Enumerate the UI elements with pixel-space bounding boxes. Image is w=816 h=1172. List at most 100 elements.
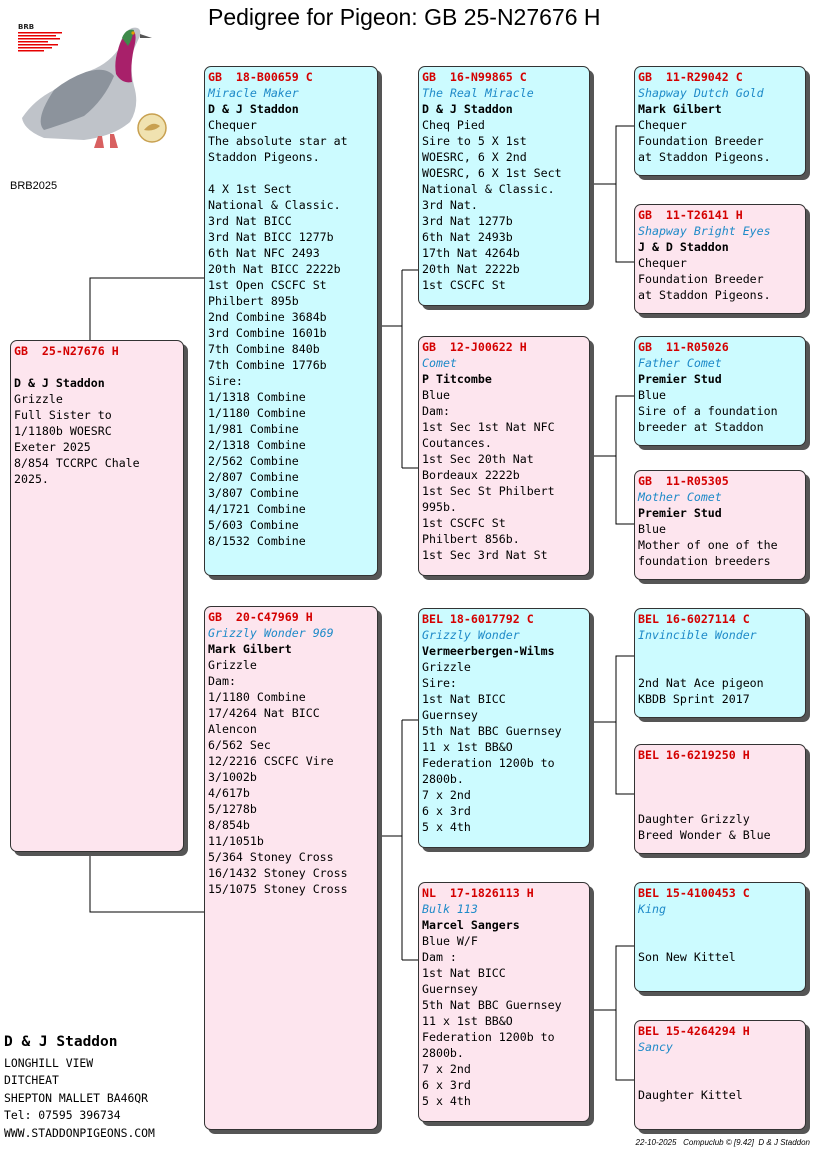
detail-line: 1st Sec 20th Nat [422,452,534,466]
pedigree-card-sire-dam[interactable]: GB 12-J00622 H Comet P Titcombe Blue Dam: 1st… [418,336,590,576]
detail-line: 17/4264 Nat BICC [208,706,320,720]
detail-line: KBDB Sprint 2017 [638,692,750,706]
pigeon-name: Comet [422,356,457,370]
detail-line [638,659,802,675]
footer-app: Compuclub © [9.42] [683,1138,754,1147]
detail-line: Federation 1200b to [422,756,555,770]
detail-line: 11 x 1st BB&O [422,1014,513,1028]
detail-line: Philbert 895b [208,294,299,308]
pedigree-card-sire-sire[interactable]: GB 16-N99865 C The Real Miracle D & J Stad… [418,66,590,306]
detail-line [638,1071,802,1087]
pigeon-name [638,763,802,779]
owner-phone: Tel: 07595 396734 [4,1108,121,1122]
ring-number: GB 20-C47969 H [208,610,313,624]
detail-line: 20th Nat 2222b [422,262,520,276]
detail-line: 2800b. [422,772,464,786]
detail-line: 8/854 TCCRPC Chale [14,456,140,470]
detail-line: 5 x 4th [422,1094,471,1108]
pedigree-card-dam-dam[interactable]: NL 17-1826113 H Bulk 113 Marcel Sangers Blu… [418,882,590,1122]
detail-line: 5/603 Combine [208,518,299,532]
detail-line: 11/1051b [208,834,264,848]
pedigree-card-dds[interactable]: BEL 15-4100453 C King Son New Kittel [634,882,806,992]
detail-line: 2nd Nat Ace pigeon [638,676,764,690]
pigeon-name: Mother Comet [638,490,722,504]
detail-line: foundation breeders [638,554,771,568]
detail-line: 7 x 2nd [422,1062,471,1076]
breeder-name: Mark Gilbert [638,102,722,116]
ring-number: NL 17-1826113 H [422,886,534,900]
detail-line: 20th Nat BICC 2222b [208,262,341,276]
owner-address-line: DITCHEAT [4,1073,59,1087]
detail-line: 6 x 3rd [422,1078,471,1092]
detail-line: 3rd Nat. [422,198,478,212]
pigeon-name: The Real Miracle [422,86,534,100]
pedigree-card-ssd[interactable]: GB 11-T26141 H Shapway Bright Eyes J & D S… [634,204,806,314]
detail-line: WOESRC, 6 X 1st Sect [422,166,562,180]
detail-line: 5th Nat BBC Guernsey [422,724,562,738]
pedigree-card-dsd[interactable]: BEL 16-6219250 H Daughter Grizzly Breed Wo… [634,744,806,854]
detail-line: Exeter 2025 [14,440,91,454]
ring-number: BEL 18-6017792 C [422,612,534,626]
breeder-name: J & D Staddon [638,240,729,254]
detail-line: Guernsey [422,708,478,722]
detail-line: Chequer [638,256,687,270]
detail-line: 7th Combine 840b [208,342,320,356]
owner-address-line: SHEPTON MALLET BA46QR [4,1090,149,1105]
pedigree-card-dss[interactable]: BEL 16-6027114 C Invincible Wonder 2nd Nat… [634,608,806,718]
detail-line: 3rd Combine 1601b [208,326,327,340]
ring-number: GB 11-T26141 H [638,208,743,222]
breeder-name: Marcel Sangers [422,918,520,932]
pigeon-name: Father Comet [638,356,722,370]
breeder-name: Vermeerbergen-Wilms [422,644,555,658]
pigeon-name: Grizzly Wonder [422,628,520,642]
footer: 22-10-2025 Compuclub © [9.42] D & J Stad… [636,1138,810,1147]
detail-line: Coutances. [422,436,492,450]
footer-owner: D & J Staddon [758,1138,810,1147]
detail-line: Grizzle [208,658,257,672]
detail-line: Philbert 856b. [422,532,520,546]
detail-line: Guernsey [422,982,478,996]
detail-line: 3rd Nat BICC [208,214,292,228]
breeder-name: P Titcombe [422,372,492,386]
detail-line: 5th Nat BBC Guernsey [422,998,562,1012]
pedigree-card-sire[interactable]: GB 18-B00659 C Miracle Maker D & J Staddon… [204,66,378,576]
breeder-name: Premier Stud [638,506,722,520]
detail-line: Daughter Grizzly [638,812,750,826]
owner-website[interactable]: WWW.STADDONPIGEONS.COM [4,1125,155,1143]
pedigree-card-ddd[interactable]: BEL 15-4264294 H Sancy Daughter Kittel [634,1020,806,1130]
pigeon-name: Grizzly Wonder 969 [208,626,334,640]
detail-line: 1st Open CSCFC St [208,278,327,292]
detail-line: 1st CSCFC St [422,278,506,292]
detail-line: 1/1180 Combine [208,690,306,704]
pedigree-card-sdd[interactable]: GB 11-R05305 Mother Comet Premier Stud Blue… [634,470,806,580]
ring-number: GB 18-B00659 C [208,70,313,84]
detail-line: 2/562 Combine [208,454,299,468]
pedigree-card-sds[interactable]: GB 11-R05026 Father Comet Premier Stud Blue… [634,336,806,446]
detail-line: 8/854b [208,818,250,832]
detail-line: 2/1318 Combine [208,438,306,452]
detail-line [638,933,802,949]
pedigree-card-dam-sire[interactable]: BEL 18-6017792 C Grizzly Wonder Vermeerber… [418,608,590,848]
pedigree-card-sss[interactable]: GB 11-R29042 C Shapway Dutch Gold Mark Gil… [634,66,806,176]
detail-line: 1/1318 Combine [208,390,306,404]
pedigree-card-dam[interactable]: GB 20-C47969 H Grizzly Wonder 969 Mark Gil… [204,606,378,1130]
detail-line: Foundation Breeder [638,134,764,148]
detail-line: at Staddon Pigeons. [638,288,771,302]
detail-line: 8/1532 Combine [208,534,306,548]
detail-line: 4/1721 Combine [208,502,306,516]
detail-line: 1st CSCFC St [422,516,506,530]
detail-line: 7th Combine 1776b [208,358,327,372]
detail-line: 2800b. [422,1046,464,1060]
pedigree-card-subject[interactable]: GB 25-N27676 H D & J Staddon Grizzle Full S… [10,340,184,852]
detail-line: 2025. [14,472,49,486]
pigeon-name: Invincible Wonder [638,628,757,642]
detail-line: 3/1002b [208,770,257,784]
detail-line: 15/1075 Stoney Cross [208,882,348,896]
detail-line: Blue [422,388,450,402]
detail-line: Son New Kittel [638,950,736,964]
detail-line: Sire: [422,676,457,690]
detail-line: 5/364 Stoney Cross [208,850,334,864]
detail-line: 11 x 1st BB&O [422,740,513,754]
detail-line: 4/617b [208,786,250,800]
